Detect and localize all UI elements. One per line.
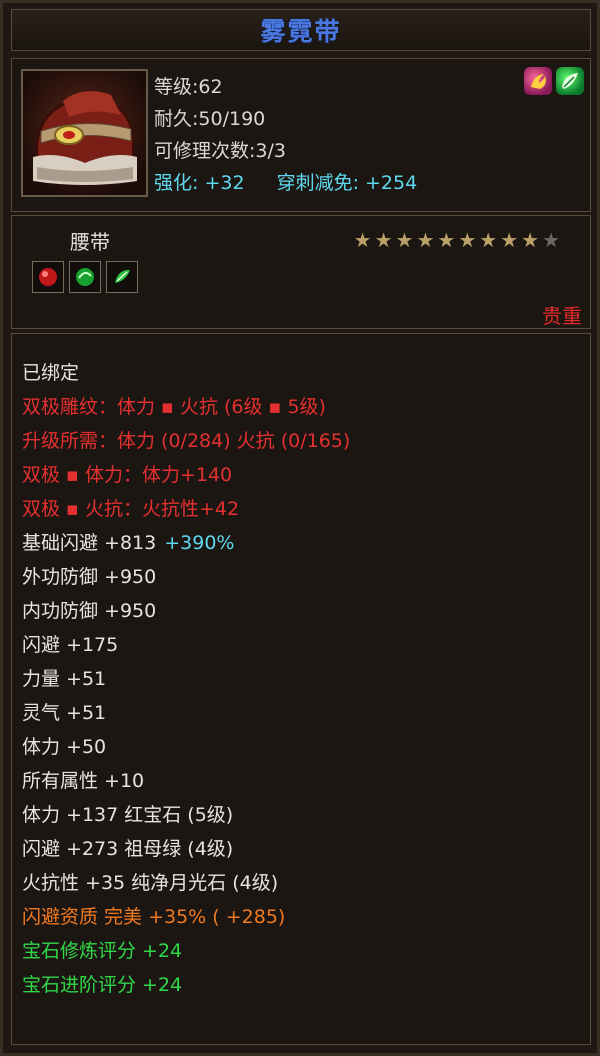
durability: 耐久:50/190 bbox=[154, 108, 266, 130]
level: 等级:62 bbox=[154, 76, 223, 98]
attributes-panel: 已绑定双极雕纹：体力 ▪ 火抗 (6级 ▪ 5级) 升级所需：体力 (0/284)… bbox=[11, 333, 591, 1045]
pierce-reduction: 穿刺减免: +254 bbox=[276, 172, 418, 194]
star-filled-icon: ★ bbox=[395, 228, 414, 252]
attribute-line: 体力 +137 红宝石 (5级) bbox=[22, 804, 234, 826]
item-name: 雾霓带 bbox=[260, 17, 342, 46]
item-stats: 等级:62 耐久:50/190 可修理次数:3/3 强化: +32 穿刺减免: … bbox=[154, 71, 417, 199]
leaf-badge-icon bbox=[556, 67, 584, 95]
item-type: 腰带 bbox=[70, 230, 110, 254]
attribute-line: 双极雕纹：体力 ▪ 火抗 (6级 ▪ 5级) bbox=[22, 396, 326, 418]
item-tooltip: 雾霓带 等级:62 耐久:50/190 可修理次数:3/3 强化: +32 穿刺… bbox=[0, 0, 600, 1056]
attribute-line: 宝石修炼评分 +24 bbox=[22, 940, 183, 962]
attribute-bonus: +390% bbox=[164, 532, 235, 554]
attribute-line: 闪避资质 完美 +35% ( +285) bbox=[22, 906, 286, 928]
attribute-line: 闪避 +175 bbox=[22, 634, 119, 656]
star-filled-icon: ★ bbox=[458, 228, 477, 252]
attribute-list: 已绑定双极雕纹：体力 ▪ 火抗 (6级 ▪ 5级) 升级所需：体力 (0/284)… bbox=[22, 356, 350, 1002]
star-filled-icon: ★ bbox=[416, 228, 435, 252]
attribute-line: 外功防御 +950 bbox=[22, 566, 157, 588]
item-info-panel: 等级:62 耐久:50/190 可修理次数:3/3 强化: +32 穿刺减免: … bbox=[11, 58, 591, 212]
enhance: 强化: +32 bbox=[154, 172, 245, 194]
attribute-line: 力量 +51 bbox=[22, 668, 107, 690]
star-empty-icon: ★ bbox=[542, 228, 560, 252]
moonstone-gem-icon[interactable] bbox=[106, 261, 138, 293]
belt-icon bbox=[21, 69, 148, 197]
fire-badge-icon bbox=[524, 67, 552, 95]
title-bar: 雾霓带 bbox=[11, 9, 591, 51]
attribute-line: 双极 ▪ 体力：体力+140 bbox=[22, 464, 233, 486]
star-filled-icon: ★ bbox=[437, 228, 456, 252]
item-meta-panel: 腰带 ★ ★ ★ ★ ★ ★ ★ ★ ★ ★ 贵重 bbox=[11, 215, 591, 329]
attribute-line: 宝石进阶评分 +24 bbox=[22, 974, 183, 996]
attribute-line: 灵气 +51 bbox=[22, 702, 107, 724]
star-rating: ★ ★ ★ ★ ★ ★ ★ ★ ★ ★ bbox=[354, 230, 560, 250]
emerald-gem-icon[interactable] bbox=[69, 261, 101, 293]
star-filled-icon: ★ bbox=[500, 228, 519, 252]
enhance-row: 强化: +32 穿刺减免: +254 bbox=[154, 167, 417, 199]
repair-count: 可修理次数:3/3 bbox=[154, 140, 286, 162]
rarity-label: 贵重 bbox=[542, 304, 582, 328]
attribute-line: 所有属性 +10 bbox=[22, 770, 145, 792]
attribute-line: 升级所需：体力 (0/284) 火抗 (0/165) bbox=[22, 430, 351, 452]
repair-row: 可修理次数:3/3 bbox=[154, 135, 417, 167]
attribute-line: 基础闪避 +813 +390% bbox=[22, 532, 235, 554]
star-filled-icon: ★ bbox=[479, 228, 498, 252]
attribute-line: 内功防御 +950 bbox=[22, 600, 157, 622]
gem-slots bbox=[32, 261, 138, 293]
ruby-gem-icon[interactable] bbox=[32, 261, 64, 293]
attribute-line: 体力 +50 bbox=[22, 736, 107, 758]
attribute-line: 火抗性 +35 纯净月光石 (4级) bbox=[22, 872, 279, 894]
attribute-line: 已绑定 bbox=[22, 362, 80, 384]
level-row: 等级:62 bbox=[154, 71, 417, 103]
attribute-line: 闪避 +273 祖母绿 (4级) bbox=[22, 838, 234, 860]
star-filled-icon: ★ bbox=[521, 228, 540, 252]
badges bbox=[524, 67, 584, 95]
durability-row: 耐久:50/190 bbox=[154, 103, 417, 135]
attribute-line: 双极 ▪ 火抗：火抗性+42 bbox=[22, 498, 240, 520]
star-filled-icon: ★ bbox=[374, 228, 393, 252]
star-filled-icon: ★ bbox=[353, 228, 372, 252]
